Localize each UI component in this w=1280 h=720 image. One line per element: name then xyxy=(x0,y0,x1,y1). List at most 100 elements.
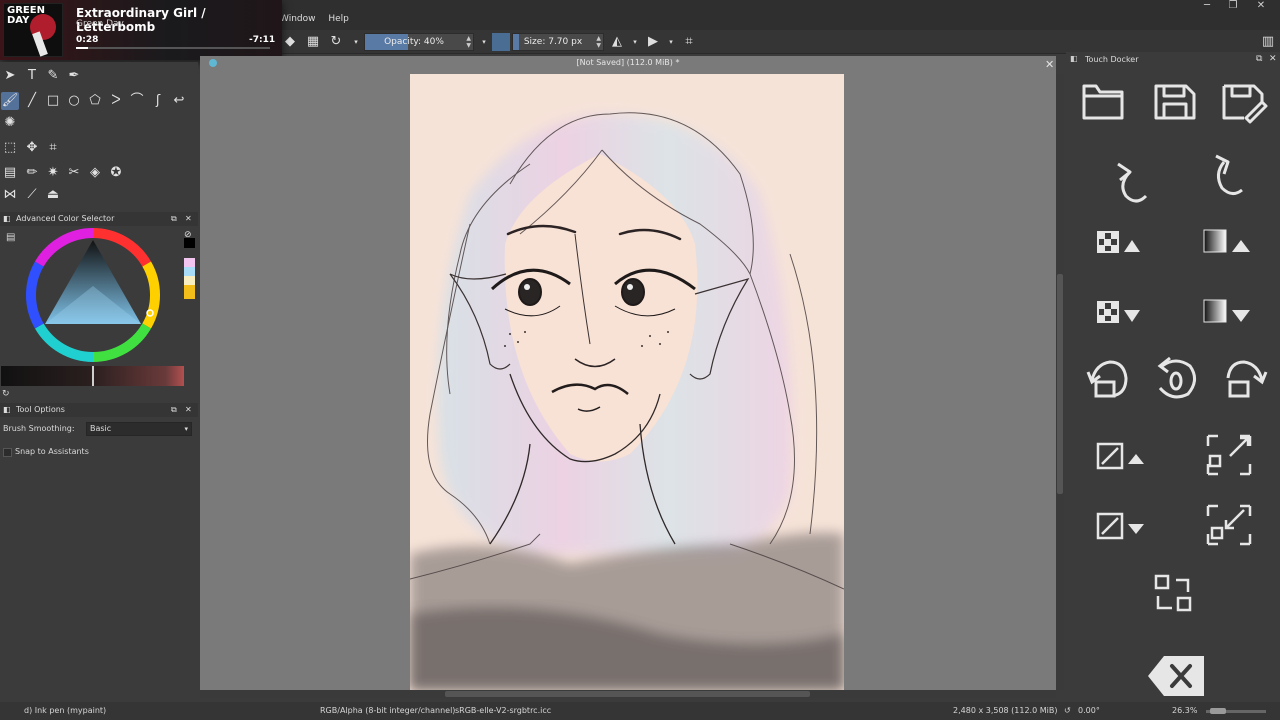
brush-smoothing-label: Brush Smoothing: xyxy=(3,424,75,433)
open-file-button[interactable] xyxy=(1078,76,1126,124)
canvas-horizontal-scrollbar[interactable] xyxy=(200,690,1056,698)
v-scrollbar-thumb[interactable] xyxy=(1057,274,1063,494)
foreground-color-swatch[interactable] xyxy=(492,33,510,51)
close-window-icon[interactable]: ✕ xyxy=(1250,0,1272,14)
opacity-spin-icon[interactable]: ▲ ▼ xyxy=(466,35,471,49)
panel-grip-icon: ◧ xyxy=(1070,54,1078,63)
brush-size-down-button[interactable] xyxy=(1090,500,1138,548)
clear-button[interactable] xyxy=(1148,648,1196,696)
menu-window[interactable]: Window xyxy=(280,14,316,24)
polygon-tool-icon[interactable]: ⬠ xyxy=(86,92,104,110)
ellipse-tool-icon[interactable]: ○ xyxy=(65,92,83,110)
mirror-horizontal-icon[interactable]: ◭ xyxy=(609,34,625,50)
decrease-opacity-button[interactable] xyxy=(1090,286,1138,334)
preserve-alpha-icon[interactable]: ▦ xyxy=(305,34,321,50)
reference-tool-icon[interactable]: ⏏ xyxy=(44,186,62,198)
size-slider[interactable]: Size: 7.70 px ▲ ▼ xyxy=(512,33,604,51)
recent-color-black[interactable] xyxy=(184,238,195,248)
swap-colors-button[interactable] xyxy=(1148,568,1196,616)
measure-tool-icon[interactable]: ⟋ xyxy=(23,186,41,198)
select-shapes-tool-icon[interactable]: ➤ xyxy=(1,67,19,85)
undo-button[interactable] xyxy=(1106,148,1154,196)
paint-bucket-icon[interactable]: ◈ xyxy=(86,164,104,182)
menu-bar: Window Help xyxy=(280,14,359,30)
assistant-tool-icon[interactable]: ⋈ xyxy=(1,186,19,198)
opacity-slider[interactable]: Opacity: 40% ▲ ▼ xyxy=(364,33,474,51)
minimize-icon[interactable]: ─ xyxy=(1196,0,1218,14)
rotate-right-button[interactable] xyxy=(1218,358,1266,406)
redo-button[interactable] xyxy=(1204,148,1252,196)
move-tool-icon[interactable]: ✥ xyxy=(23,139,41,157)
close-panel-icon[interactable]: ✕ xyxy=(185,212,192,226)
mirror-v-chevron-icon[interactable]: ▾ xyxy=(663,34,679,50)
panel-grip-icon: ◧ xyxy=(3,214,11,223)
color-picker-tool-icon[interactable]: ✏ xyxy=(23,164,41,182)
close-panel-icon[interactable]: ✕ xyxy=(185,403,192,417)
color-wheel[interactable] xyxy=(24,226,162,364)
recent-color-blue[interactable] xyxy=(184,267,195,276)
save-as-button[interactable] xyxy=(1218,76,1266,124)
reset-rotation-button[interactable] xyxy=(1150,358,1198,406)
mirror-h-chevron-icon[interactable]: ▾ xyxy=(627,34,643,50)
zoom-slider-handle[interactable] xyxy=(1210,708,1226,714)
restore-icon[interactable]: ❐ xyxy=(1222,0,1244,14)
freehand-path-tool-icon[interactable]: ʃ xyxy=(149,92,167,110)
opacity-chevron-icon[interactable]: ▾ xyxy=(476,34,492,50)
crop-tool-icon[interactable]: ⌗ xyxy=(44,139,62,157)
transform-tool-icon[interactable]: ⬚ xyxy=(1,139,19,157)
reload-preset-icon[interactable]: ↻ xyxy=(328,34,344,50)
exit-fullscreen-button[interactable] xyxy=(1202,500,1250,548)
shade-slider-handle[interactable] xyxy=(92,366,94,386)
rectangle-tool-icon[interactable]: □ xyxy=(44,92,62,110)
brush-smoothing-dropdown[interactable]: Basic ▾ xyxy=(86,422,192,436)
text-tool-icon[interactable]: T xyxy=(23,67,41,85)
drawing-canvas[interactable] xyxy=(410,74,844,690)
float-panel-icon[interactable]: ⧉ xyxy=(171,403,177,417)
float-panel-icon[interactable]: ⧉ xyxy=(1256,54,1262,64)
recent-color-yellow[interactable] xyxy=(184,285,195,299)
gradient-down-button[interactable] xyxy=(1198,286,1246,334)
save-button[interactable] xyxy=(1150,76,1198,124)
dynamic-brush-tool-icon[interactable]: ↩ xyxy=(170,92,188,110)
menu-help[interactable]: Help xyxy=(328,14,349,24)
size-label: Size: 7.70 px xyxy=(523,37,583,47)
close-document-icon[interactable]: ✕ xyxy=(1045,58,1054,71)
smart-patch-tool-icon[interactable]: ✷ xyxy=(44,164,62,182)
brush-preset-name[interactable]: d) Ink pen (mypaint) xyxy=(24,706,106,715)
recent-color-cream[interactable] xyxy=(184,276,195,285)
polyline-tool-icon[interactable]: ᐳ xyxy=(107,92,125,110)
color-settings-icon[interactable]: ▤ xyxy=(6,232,15,243)
increase-opacity-button[interactable] xyxy=(1090,216,1138,264)
blend-mode-chevron-icon[interactable]: ▾ xyxy=(348,34,364,50)
media-overlay[interactable]: GREEN DAY Extraordinary Girl / Letterbom… xyxy=(0,0,282,60)
gradient-up-button[interactable] xyxy=(1198,216,1246,264)
workspace-icon[interactable]: ▥ xyxy=(1260,34,1276,50)
snap-assistants-checkbox[interactable] xyxy=(3,448,12,457)
rotate-left-button[interactable] xyxy=(1080,358,1128,406)
float-panel-icon[interactable]: ⧉ xyxy=(171,212,177,226)
scrollbar-thumb[interactable] xyxy=(445,691,810,697)
mirror-vertical-icon[interactable]: ▶ xyxy=(645,34,661,50)
multibrush-tool-icon[interactable]: ✺ xyxy=(1,114,19,132)
recent-color-pink[interactable] xyxy=(184,258,195,267)
fullscreen-button[interactable] xyxy=(1202,430,1250,478)
size-spin-icon[interactable]: ▲ ▼ xyxy=(596,35,601,49)
wrap-around-icon[interactable]: ⌗ xyxy=(681,34,697,50)
rotation-value: 0.00° xyxy=(1078,706,1100,715)
brush-size-up-button[interactable] xyxy=(1090,430,1138,478)
enclose-fill-icon[interactable]: ✪ xyxy=(107,164,125,182)
canvas-vertical-scrollbar[interactable] xyxy=(1056,74,1064,690)
eraser-mode-icon[interactable]: ◆ xyxy=(282,34,298,50)
fill-tool-icon[interactable]: ✂ xyxy=(65,164,83,182)
edit-shapes-tool-icon[interactable]: ✎ xyxy=(44,67,62,85)
calligraphy-tool-icon[interactable]: ✒ xyxy=(65,67,83,85)
close-panel-icon[interactable]: ✕ xyxy=(1269,54,1277,64)
rotation-icon[interactable]: ↺ xyxy=(1064,706,1071,715)
gradient-tool-icon[interactable]: ▤ xyxy=(1,164,19,182)
track-progress-bar[interactable] xyxy=(76,47,270,49)
line-tool-icon[interactable]: ╱ xyxy=(23,92,41,110)
refresh-icon[interactable]: ↻ xyxy=(2,389,10,399)
panel-header: ◧ Advanced Color Selector ⧉ ✕ xyxy=(0,212,198,226)
bezier-tool-icon[interactable]: ⌒ xyxy=(128,92,146,110)
freehand-brush-tool-icon[interactable]: 🖌 xyxy=(1,92,19,110)
